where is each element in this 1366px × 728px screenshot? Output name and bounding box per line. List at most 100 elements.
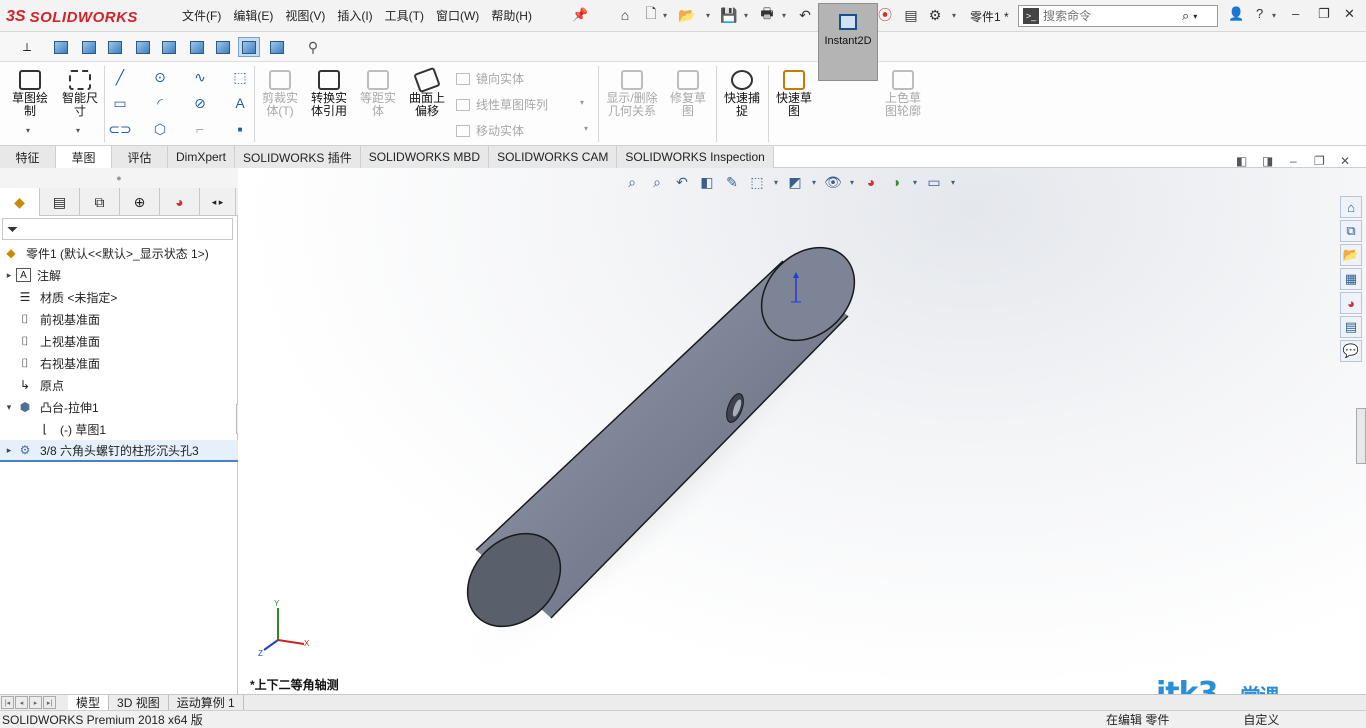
apply-scene-icon[interactable]: ◑ [886,172,906,192]
smart-dimension-dropdown-icon[interactable]: ▾ [76,126,80,135]
tree-item-extrude[interactable]: ▾ ⬢ 凸台-拉伸1 [0,396,238,418]
left-view-button[interactable] [104,37,126,57]
display-style-icon[interactable]: ◩ [785,172,805,192]
edit-appearance-icon[interactable]: ◕ [861,172,881,192]
print-dropdown-icon[interactable]: ▾ [782,11,786,20]
front-view-button[interactable] [50,37,72,57]
print-icon[interactable]: 🖶 [758,5,776,24]
tree-item-material[interactable]: ☰ 材质 <未指定> [0,286,238,308]
menu-view[interactable]: 视图(V) [279,7,331,24]
menu-edit[interactable]: 编辑(E) [227,7,279,24]
expand-arrow-icon[interactable]: ▸ [2,270,16,281]
pin-icon[interactable]: 📌 [572,7,588,23]
arc-icon[interactable]: ◜ [150,94,170,112]
sketch-button[interactable]: 草图绘 制 [8,70,52,118]
file-explorer-icon[interactable]: 📂 [1340,244,1362,266]
options-dropdown-icon[interactable]: ▾ [952,11,956,20]
offset-on-surface-button[interactable]: 曲面上 偏移 [404,66,450,118]
section-view-icon[interactable]: ◧ [697,172,717,192]
view-settings-icon[interactable]: ▭ [924,172,944,192]
design-library-icon[interactable]: ⧉ [1340,220,1362,242]
text-icon[interactable]: A [230,94,250,112]
slot-icon[interactable]: ⊂⊃ [108,120,131,138]
previous-view-icon[interactable]: ↶ [672,172,692,192]
ellipse-icon[interactable]: ⊘ [190,94,210,112]
menu-tools[interactable]: 工具(T) [379,7,430,24]
search-icon[interactable]: ⌕ [1182,8,1189,24]
circle-icon[interactable]: ⊙ [150,68,170,86]
display-style-dropdown-icon[interactable]: ▾ [810,172,818,192]
menu-file[interactable]: 文件(F) [176,7,227,24]
appearances-icon[interactable]: ◕ [1340,292,1362,314]
tree-item-top-plane[interactable]: ⌷ 上视基准面 [0,330,238,352]
menu-insert[interactable]: 插入(I) [331,7,378,24]
line-icon[interactable]: ╱ [110,68,130,86]
tree-filter[interactable]: ⏷ [2,218,233,240]
next-doc-icon[interactable]: ◨ [1262,154,1273,168]
save-dropdown-icon[interactable]: ▾ [744,11,748,20]
back-view-button[interactable] [78,37,100,57]
forum-icon[interactable]: 💬 [1340,340,1362,362]
tab-addins[interactable]: SOLIDWORKS 插件 [235,146,361,168]
fillet-icon[interactable]: ⌐ [190,120,210,138]
move-entities-button[interactable]: 移动实体 [456,122,524,139]
prev-tab-icon[interactable]: ◂ [15,696,28,709]
sketch-dropdown-icon[interactable]: ▾ [26,126,30,135]
restore-icon[interactable]: ❐ [1318,6,1330,22]
tree-item-sketch1[interactable]: ⌊ (-) 草图1 [0,418,238,440]
minimize-icon[interactable]: – [1292,6,1299,21]
dynamic-annotation-icon[interactable]: ✎ [722,172,742,192]
tab-evaluate[interactable]: 评估 [112,146,168,168]
file-properties-icon[interactable]: ▤ [902,6,920,24]
prev-doc-icon[interactable]: ◧ [1236,154,1247,168]
open-dropdown-icon[interactable]: ▾ [706,11,710,20]
tab-dimxpert[interactable]: DimXpert [168,146,236,168]
custom-properties-icon[interactable]: ▤ [1340,316,1362,338]
help-dropdown-icon[interactable]: ▾ [1272,11,1276,20]
smart-dimension-button[interactable]: 智能尺 寸 [58,70,102,118]
help-icon[interactable]: ? [1256,6,1263,21]
menu-window[interactable]: 窗口(W) [430,7,485,24]
orientation-dropdown-icon[interactable]: ▾ [772,172,780,192]
hide-show-dropdown-icon[interactable]: ▾ [848,172,856,192]
open-icon[interactable]: 📂 [678,6,696,24]
shaded-sketch-contours-button[interactable]: 上色草 图轮廓 [880,70,926,118]
tab-motion-study[interactable]: 运动算例 1 [169,694,244,711]
linear-pattern-button[interactable]: 线性草图阵列 [456,96,548,113]
convert-entities-button[interactable]: 转换实 体引用 [306,70,352,118]
new-dropdown-icon[interactable]: ▾ [663,11,667,20]
zoom-to-fit-icon[interactable]: ⌕ [622,172,642,192]
search-dropdown-icon[interactable]: ▾ [1193,12,1197,21]
configurationmanager-tab-icon[interactable]: ⧉ [80,188,120,216]
offset-entities-button[interactable]: 等距实 体 [356,70,400,118]
tree-item-origin[interactable]: ↳ 原点 [0,374,238,396]
view-selector-icon[interactable]: ⚲ [302,37,324,57]
displaymanager-tab-icon[interactable]: ◕ [160,188,200,216]
status-custom[interactable]: 自定义 [1243,711,1279,728]
dimetric-view-button[interactable] [266,37,288,57]
tab-sketch[interactable]: 草图 [56,146,112,168]
rebuild-traffic-light-icon[interactable]: ⦿ [876,6,894,24]
close-icon[interactable]: ✕ [1344,6,1355,22]
rectangle-icon[interactable]: ▭ [110,94,130,112]
pattern-dropdown-icon[interactable]: ▾ [580,98,584,107]
last-tab-icon[interactable]: ▸| [43,696,56,709]
task-pane-handle[interactable] [1356,408,1366,464]
tree-item-annotations[interactable]: ▸ A 注解 [0,264,238,286]
home-icon[interactable]: ⌂ [616,6,634,24]
doc-restore-icon[interactable]: ❐ [1314,154,1325,168]
tab-inspection[interactable]: SOLIDWORKS Inspection [617,146,774,168]
view-orientation-icon[interactable]: ⬚ [747,172,767,192]
tab-3d-views[interactable]: 3D 视图 [109,694,169,711]
expand-arrow-icon[interactable]: ▸ [2,445,16,456]
trimetric-view-button[interactable] [238,37,260,57]
tab-features[interactable]: 特征 [0,146,56,168]
instant2d-button[interactable]: Instant2D [818,3,878,81]
hide-show-items-icon[interactable]: 👁 [823,172,843,192]
solidworks-logo[interactable]: 3S SOLIDWORKS [6,6,138,28]
tab-mbd[interactable]: SOLIDWORKS MBD [360,146,490,168]
tree-root-part[interactable]: ◆ 零件1 (默认<<默认>_显示状态 1>) [0,242,238,264]
polygon-icon[interactable]: ⬡ [150,120,170,138]
graphics-area[interactable]: Y X Z [238,168,1366,694]
collapse-arrow-icon[interactable]: ▾ [2,402,16,413]
